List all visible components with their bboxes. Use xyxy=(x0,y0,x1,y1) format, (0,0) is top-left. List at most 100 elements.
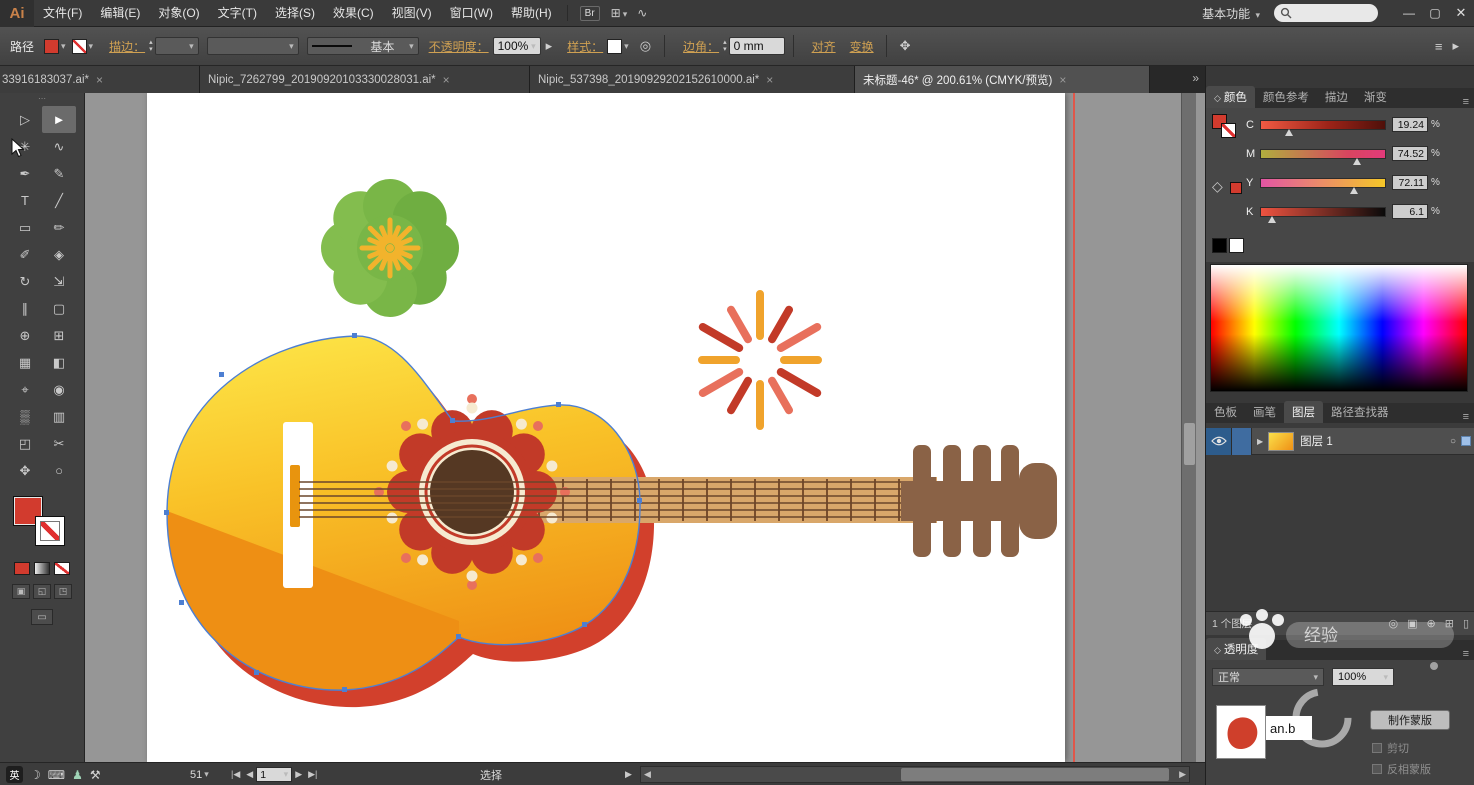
guitar-artwork[interactable] xyxy=(147,93,1065,762)
line-tool[interactable]: ╱ xyxy=(42,187,76,214)
selection-tool[interactable]: ► xyxy=(42,106,76,133)
graph-tool[interactable]: ▥ xyxy=(42,403,76,430)
pen-tool[interactable]: ✒ xyxy=(8,160,42,187)
panel-menu-icon[interactable]: ≡ xyxy=(1457,648,1474,660)
doc-tab-2[interactable]: Nipic_7262799_20190920103330028031.ai* × xyxy=(200,66,530,93)
visibility-eye-icon[interactable] xyxy=(1206,427,1232,455)
corner-field[interactable]: 0 mm xyxy=(728,37,785,55)
tab-overflow-icon[interactable]: » xyxy=(1192,71,1199,85)
symbol-sprayer-tool[interactable]: ▒ xyxy=(8,403,42,430)
curvature-tool[interactable]: ✎ xyxy=(42,160,76,187)
menu-type[interactable]: 文字(T) xyxy=(209,0,266,27)
white-swatch[interactable] xyxy=(1229,238,1244,253)
menu-file[interactable]: 文件(F) xyxy=(34,0,91,27)
width-tool[interactable]: ∥ xyxy=(8,295,42,322)
color-spectrum[interactable] xyxy=(1210,264,1468,392)
transform-link[interactable]: 变换 xyxy=(850,38,874,55)
black-swatch[interactable] xyxy=(1212,238,1227,253)
layer-row[interactable]: ▶ 图层 1 ○ xyxy=(1206,427,1474,455)
channel-slider-y[interactable] xyxy=(1260,177,1386,194)
tab-transparency[interactable]: ◇ 透明度 xyxy=(1206,638,1267,660)
tab-close-icon[interactable]: × xyxy=(96,73,103,87)
opacity-dropdown[interactable]: 100% ▾ xyxy=(1332,668,1394,686)
gradient-tool[interactable]: ◧ xyxy=(42,349,76,376)
free-transform-tool[interactable]: ▢ xyxy=(42,295,76,322)
zoom-tool[interactable]: ○ xyxy=(42,457,76,484)
tab-swatches[interactable]: 色板 xyxy=(1206,401,1245,423)
stroke-weight-field[interactable]: ▾ xyxy=(154,37,199,55)
variable-width-dropdown[interactable]: ▾ xyxy=(206,37,299,55)
transform-icon[interactable]: ✥ xyxy=(900,38,911,54)
out-of-gamut-cube-icon[interactable]: ◇ xyxy=(1212,178,1223,195)
channel-slider-k[interactable] xyxy=(1260,206,1386,223)
expand-chevron-icon[interactable]: ▶ xyxy=(1257,437,1263,446)
ime-language-badge[interactable]: 英 xyxy=(6,766,23,783)
control-bar-menu-icon[interactable]: ≡ xyxy=(1435,39,1443,54)
shaper-tool[interactable]: ◈ xyxy=(42,241,76,268)
opacity-link[interactable]: 不透明度： xyxy=(429,38,489,55)
panel-grip[interactable]: ⋯ xyxy=(0,93,84,106)
hand-tool[interactable]: ✥ xyxy=(8,457,42,484)
channel-value-y[interactable]: 72.11 xyxy=(1392,175,1428,190)
layer-thumbnail[interactable] xyxy=(1268,431,1295,451)
clip-checkbox[interactable] xyxy=(1372,743,1382,753)
ime-keyboard-icon[interactable]: ⌨ xyxy=(48,768,65,782)
selection-color-chip[interactable] xyxy=(1461,436,1471,446)
ime-moon-icon[interactable]: ☽ xyxy=(30,768,41,782)
status-flyout-icon[interactable]: ▶ xyxy=(622,763,635,785)
tab-gradient[interactable]: 渐变 xyxy=(1356,86,1395,108)
canvas-area[interactable] xyxy=(85,93,1205,762)
align-link[interactable]: 对齐 xyxy=(812,38,836,55)
rotate-tool[interactable]: ↻ xyxy=(8,268,42,295)
type-tool[interactable]: T xyxy=(8,187,42,214)
zoom-control[interactable]: 51 ▾ xyxy=(190,763,209,785)
gradient-mode-button[interactable] xyxy=(34,562,50,575)
draw-inside-button[interactable]: ◳ xyxy=(54,584,72,599)
stroke-color-dropdown[interactable]: ▾ xyxy=(71,38,93,54)
color-mode-button[interactable] xyxy=(14,562,30,575)
workspace-switcher[interactable]: 基本功能 ▾ xyxy=(1202,5,1260,22)
vertical-scrollbar[interactable] xyxy=(1181,93,1196,762)
tab-close-icon[interactable]: × xyxy=(1059,73,1066,87)
target-circle-icon[interactable]: ○ xyxy=(1450,436,1456,447)
channel-slider-m[interactable] xyxy=(1260,148,1386,165)
make-mask-button[interactable]: 制作蒙版 xyxy=(1370,710,1450,730)
tab-color-guide[interactable]: 颜色参考 xyxy=(1255,86,1317,108)
locate-object-icon[interactable]: ◎ xyxy=(1388,617,1398,630)
doc-tab-1[interactable]: 33916183037.ai* × xyxy=(0,66,200,93)
lasso-tool[interactable]: ∿ xyxy=(42,133,76,160)
gamut-swatch[interactable] xyxy=(1230,182,1242,194)
doc-tab-4-active[interactable]: 未标题-46* @ 200.61% (CMYK/预览) × xyxy=(855,66,1150,93)
artboard-tool[interactable]: ◰ xyxy=(8,430,42,457)
new-layer-icon[interactable]: ⊞ xyxy=(1445,617,1454,630)
arrange-documents-icon[interactable]: ⊞ ▾ xyxy=(611,6,628,20)
tab-color[interactable]: ◇ 颜色 xyxy=(1206,86,1255,108)
slice-tool[interactable]: ✂ xyxy=(42,430,76,457)
menu-effect[interactable]: 效果(C) xyxy=(324,0,383,27)
stroke-weight-stepper[interactable]: ▴ ▾ xyxy=(149,39,153,53)
panel-stroke-indicator[interactable] xyxy=(1221,123,1236,138)
tab-brushes[interactable]: 画笔 xyxy=(1245,401,1284,423)
channel-value-c[interactable]: 19.24 xyxy=(1392,117,1428,132)
channel-value-m[interactable]: 74.52 xyxy=(1392,146,1428,161)
tab-layers[interactable]: 图层 xyxy=(1284,401,1323,423)
style-dropdown[interactable]: ▾ xyxy=(607,38,629,54)
menu-object[interactable]: 对象(O) xyxy=(149,0,208,27)
vertical-scroll-thumb[interactable] xyxy=(1184,423,1195,465)
stroke-panel-link[interactable]: 描边： xyxy=(109,38,145,55)
artboard[interactable] xyxy=(147,93,1065,762)
brush-definition-dropdown[interactable]: 基本 ▾ xyxy=(306,37,419,55)
search-input[interactable] xyxy=(1274,4,1378,22)
eyedropper-tool[interactable]: ⌖ xyxy=(8,376,42,403)
tab-stroke[interactable]: 描边 xyxy=(1317,86,1356,108)
magic-wand-tool[interactable]: ✳ xyxy=(8,133,42,160)
opacity-flyout-icon[interactable]: ▸ xyxy=(546,38,553,54)
blend-mode-dropdown[interactable]: 正常 ▾ xyxy=(1212,668,1324,686)
nav-last-icon[interactable]: ▶| xyxy=(308,769,317,780)
corner-link[interactable]: 边角： xyxy=(683,38,719,55)
doc-tab-3[interactable]: Nipic_537398_20190929202152610000.ai* × xyxy=(530,66,855,93)
make-clip-mask-icon[interactable]: ▣ xyxy=(1407,617,1417,630)
channel-value-k[interactable]: 6.1 xyxy=(1392,204,1428,219)
close-button[interactable]: ✕ xyxy=(1448,5,1474,21)
fill-color-dropdown[interactable]: ▾ xyxy=(44,38,66,54)
